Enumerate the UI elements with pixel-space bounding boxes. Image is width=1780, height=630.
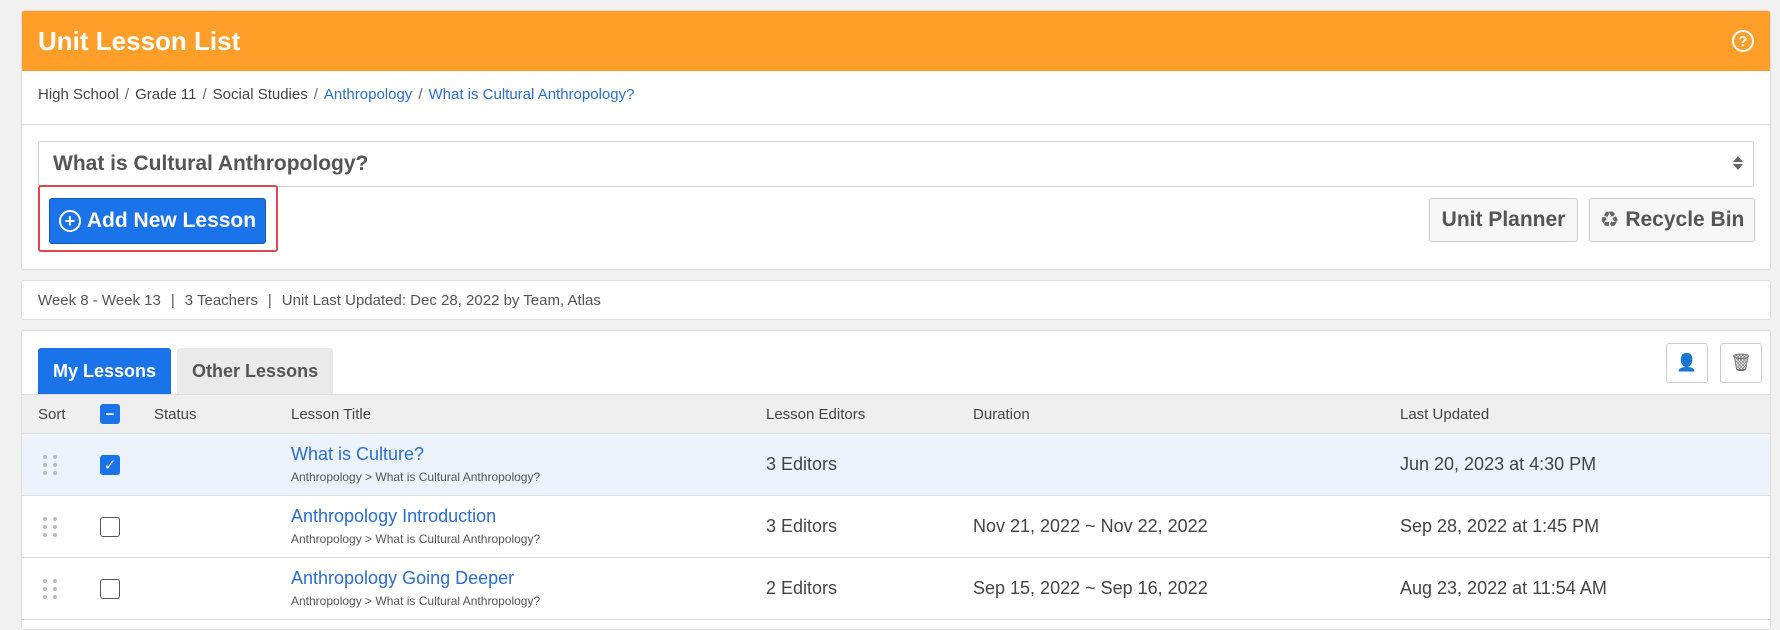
lesson-path: Anthropology > What is Cultural Anthropo…: [291, 470, 541, 484]
recycle-bin-label: Recycle Bin: [1625, 208, 1745, 231]
lesson-title-link[interactable]: What is Culture?: [291, 444, 424, 465]
header-sort[interactable]: Sort: [38, 406, 66, 423]
header-lesson-editors[interactable]: Lesson Editors: [766, 406, 865, 423]
lesson-duration: Sep 15, 2022 ~ Sep 16, 2022: [973, 578, 1208, 598]
select-all-checkbox[interactable]: −: [100, 404, 120, 424]
lesson-title-link[interactable]: Anthropology Introduction: [291, 506, 496, 527]
header-duration[interactable]: Duration: [973, 406, 1030, 423]
add-editor-button[interactable]: 👤: [1666, 343, 1708, 383]
header-last-updated[interactable]: Last Updated: [1400, 406, 1489, 423]
tab-my-lessons[interactable]: My Lessons: [38, 348, 172, 394]
unit-planner-button[interactable]: Unit Planner: [1429, 198, 1578, 242]
lesson-last-updated: Jun 20, 2023 at 4:30 PM: [1400, 454, 1597, 474]
breadcrumb-grade: Grade 11: [135, 85, 197, 103]
lesson-editors: 3 Editors: [766, 454, 838, 474]
breadcrumb-separator: /: [202, 85, 207, 103]
unit-weeks: Week 8 - Week 13: [38, 291, 161, 309]
unit-select-value: What is Cultural Anthropology?: [53, 152, 369, 175]
breadcrumb: High School / Grade 11 / Social Studies …: [22, 71, 1770, 117]
header-lesson-title[interactable]: Lesson Title: [291, 406, 371, 423]
lesson-last-updated: Sep 28, 2022 at 1:45 PM: [1400, 516, 1600, 536]
breadcrumb-separator: /: [313, 85, 318, 103]
row-checkbox[interactable]: [100, 517, 120, 537]
breadcrumb-course-link[interactable]: Anthropology: [324, 86, 412, 103]
lesson-duration: Nov 21, 2022 ~ Nov 22, 2022: [973, 516, 1208, 536]
lesson-editors: 3 Editors: [766, 516, 838, 536]
table-row[interactable]: Anthropology Introduction Anthropology >…: [22, 496, 1770, 558]
lesson-tabs: My Lessons Other Lessons: [38, 348, 334, 394]
add-new-lesson-button[interactable]: + Add New Lesson: [49, 198, 266, 244]
table-row[interactable]: Anthropology Going Deeper Anthropology >…: [22, 558, 1770, 620]
table-row[interactable]: ✓ What is Culture? Anthropology > What i…: [22, 434, 1770, 496]
delete-button[interactable]: 🗑: [1720, 343, 1762, 383]
breadcrumb-separator: /: [124, 85, 130, 103]
lesson-title-link[interactable]: Anthropology Going Deeper: [291, 568, 514, 589]
lesson-editors: 2 Editors: [766, 578, 838, 598]
breadcrumb-subject: Social Studies: [212, 85, 308, 103]
lesson-last-updated: Aug 23, 2022 at 11:54 AM: [1400, 578, 1607, 598]
lessons-panel: My Lessons Other Lessons 👤 🗑 Sort − Stat…: [21, 330, 1771, 630]
drag-handle-icon[interactable]: [43, 517, 58, 537]
unit-meta-panel: Week 8 - Week 13 | 3 Teachers | Unit Las…: [21, 280, 1771, 320]
row-checkbox[interactable]: ✓: [100, 455, 120, 475]
unit-select[interactable]: What is Cultural Anthropology?: [38, 141, 1754, 187]
table-header: Sort − Status Lesson Title Lesson Editor…: [22, 394, 1770, 434]
unit-last-updated: Unit Last Updated: Dec 28, 2022 by Team,…: [281, 291, 601, 309]
select-arrows-icon: [1733, 156, 1743, 170]
lesson-path: Anthropology > What is Cultural Anthropo…: [291, 532, 541, 546]
lesson-table: Sort − Status Lesson Title Lesson Editor…: [22, 394, 1770, 620]
help-icon[interactable]: ?: [1732, 30, 1754, 52]
breadcrumb-high-school: High School: [38, 85, 119, 103]
header-status[interactable]: Status: [154, 406, 197, 423]
meta-separator: |: [267, 291, 272, 309]
breadcrumb-separator: /: [418, 85, 423, 103]
header-bar: Unit Lesson List ?: [22, 11, 1770, 71]
trash-icon: 🗑: [1730, 353, 1752, 372]
recycle-bin-button[interactable]: ♻ Recycle Bin: [1589, 198, 1755, 242]
lesson-path: Anthropology > What is Cultural Anthropo…: [291, 594, 541, 608]
plus-circle-icon: +: [58, 210, 81, 232]
row-checkbox[interactable]: [100, 579, 120, 599]
tab-other-lessons[interactable]: Other Lessons: [177, 348, 334, 394]
page-title: Unit Lesson List: [38, 25, 241, 56]
recycle-icon: ♻: [1599, 207, 1620, 232]
unit-teachers: 3 Teachers: [184, 291, 258, 309]
drag-handle-icon[interactable]: [43, 579, 58, 599]
controls-panel: What is Cultural Anthropology? + Add New…: [21, 124, 1771, 270]
drag-handle-icon[interactable]: [43, 455, 58, 475]
user-plus-icon: 👤: [1676, 353, 1698, 372]
add-new-lesson-label: Add New Lesson: [86, 209, 257, 232]
breadcrumb-unit-link[interactable]: What is Cultural Anthropology?: [428, 86, 634, 103]
meta-separator: |: [170, 291, 175, 309]
